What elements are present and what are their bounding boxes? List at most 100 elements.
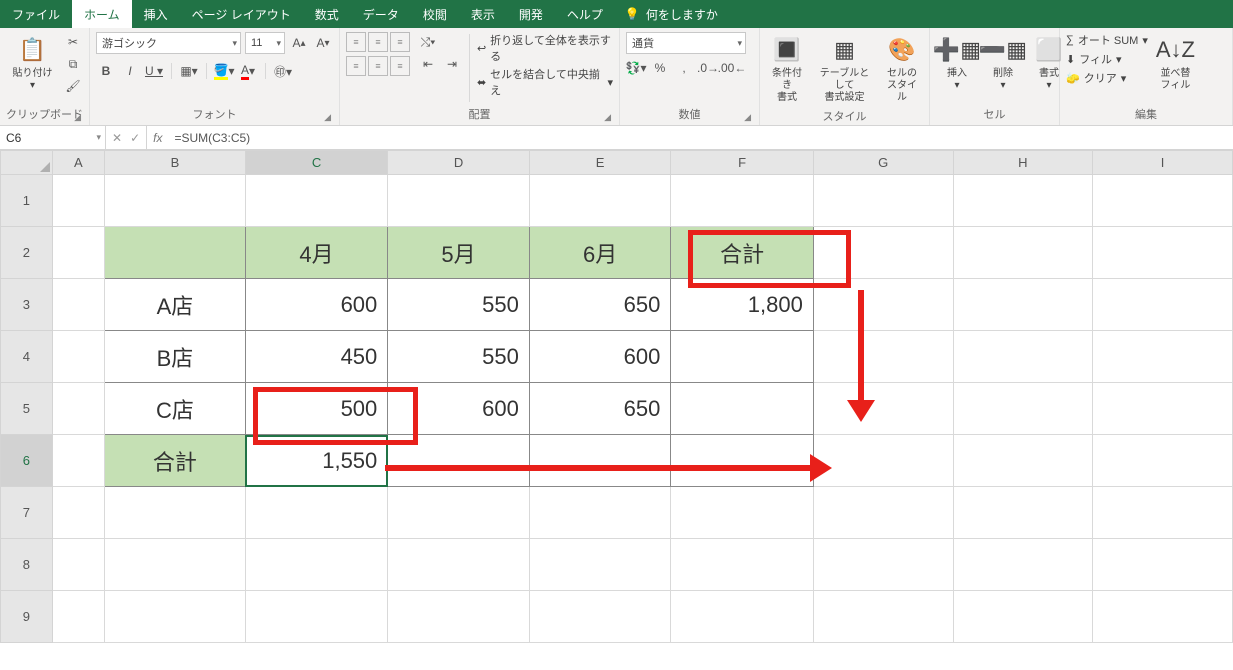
cell-B2[interactable] bbox=[105, 227, 246, 279]
align-bottom-button[interactable]: ≡ bbox=[390, 32, 410, 52]
formula-input[interactable]: =SUM(C3:C5) bbox=[168, 126, 1233, 149]
cell-H3[interactable] bbox=[953, 279, 1093, 331]
cell-D7[interactable] bbox=[388, 487, 530, 539]
align-top-button[interactable]: ≡ bbox=[346, 32, 366, 52]
cell-C2[interactable]: 4月 bbox=[245, 227, 387, 279]
col-header-B[interactable]: B bbox=[105, 151, 246, 175]
align-right-button[interactable]: ≡ bbox=[390, 56, 410, 76]
row-header-4[interactable]: 4 bbox=[1, 331, 53, 383]
cell-E8[interactable] bbox=[529, 539, 671, 591]
tab-data[interactable]: データ bbox=[351, 0, 411, 28]
row-header-9[interactable]: 9 bbox=[1, 591, 53, 643]
increase-font-button[interactable]: A▴ bbox=[289, 33, 309, 53]
cell-I1[interactable] bbox=[1093, 175, 1233, 227]
cell-E6[interactable] bbox=[529, 435, 671, 487]
cell-D4[interactable]: 550 bbox=[388, 331, 530, 383]
cell-B6[interactable]: 合計 bbox=[105, 435, 246, 487]
cell-D1[interactable] bbox=[388, 175, 530, 227]
cell-A2[interactable] bbox=[52, 227, 104, 279]
cell-F4[interactable] bbox=[671, 331, 813, 383]
align-center-button[interactable]: ≡ bbox=[368, 56, 388, 76]
cell-D5[interactable]: 600 bbox=[388, 383, 530, 435]
cell-G5[interactable] bbox=[813, 383, 953, 435]
cell-I8[interactable] bbox=[1093, 539, 1233, 591]
clipboard-launcher[interactable]: ◢ bbox=[74, 112, 81, 123]
sort-filter-button[interactable]: A↓Z並べ替 フィル bbox=[1152, 32, 1199, 94]
copy-button[interactable]: ⧉ bbox=[63, 54, 83, 74]
row-header-2[interactable]: 2 bbox=[1, 227, 53, 279]
cell-E7[interactable] bbox=[529, 487, 671, 539]
comma-button[interactable]: , bbox=[674, 58, 694, 78]
col-header-G[interactable]: G bbox=[813, 151, 953, 175]
col-header-I[interactable]: I bbox=[1093, 151, 1233, 175]
cell-H1[interactable] bbox=[953, 175, 1093, 227]
cell-C7[interactable] bbox=[245, 487, 387, 539]
col-header-C[interactable]: C bbox=[245, 151, 387, 175]
format-as-table-button[interactable]: ▦テーブルとして 書式設定 bbox=[812, 32, 877, 106]
tab-developer[interactable]: 開発 bbox=[507, 0, 555, 28]
cell-A9[interactable] bbox=[52, 591, 104, 643]
cell-A6[interactable] bbox=[52, 435, 104, 487]
decrease-decimal-button[interactable]: .00← bbox=[722, 58, 742, 78]
delete-cells-button[interactable]: ➖▦削除▾ bbox=[982, 32, 1024, 94]
cell-A8[interactable] bbox=[52, 539, 104, 591]
percent-button[interactable]: % bbox=[650, 58, 670, 78]
col-header-D[interactable]: D bbox=[388, 151, 530, 175]
clear-button[interactable]: 🧽クリア ▾ bbox=[1066, 70, 1148, 86]
cell-B1[interactable] bbox=[105, 175, 246, 227]
conditional-formatting-button[interactable]: 🔳条件付き 書式 bbox=[766, 32, 808, 106]
cell-I9[interactable] bbox=[1093, 591, 1233, 643]
cell-G8[interactable] bbox=[813, 539, 953, 591]
orientation-button[interactable]: ⤭▾ bbox=[418, 32, 438, 52]
cell-C1[interactable] bbox=[245, 175, 387, 227]
cell-H5[interactable] bbox=[953, 383, 1093, 435]
cell-C9[interactable] bbox=[245, 591, 387, 643]
col-header-H[interactable]: H bbox=[953, 151, 1093, 175]
enter-formula-button[interactable]: ✓ bbox=[130, 131, 140, 145]
cell-G3[interactable] bbox=[813, 279, 953, 331]
align-middle-button[interactable]: ≡ bbox=[368, 32, 388, 52]
row-header-6[interactable]: 6 bbox=[1, 435, 53, 487]
cut-button[interactable]: ✂ bbox=[63, 32, 83, 52]
cell-F2[interactable]: 合計 bbox=[671, 227, 813, 279]
cell-D8[interactable] bbox=[388, 539, 530, 591]
alignment-launcher[interactable]: ◢ bbox=[604, 112, 611, 123]
tell-me-search[interactable]: 💡 何をしますか bbox=[615, 0, 728, 28]
increase-indent-button[interactable]: ⇥ bbox=[442, 54, 462, 74]
cell-styles-button[interactable]: 🎨セルの スタイル bbox=[881, 32, 923, 106]
fill-button[interactable]: ⬇フィル ▾ bbox=[1066, 51, 1148, 67]
paste-button[interactable]: 📋 貼り付け ▾ bbox=[6, 32, 59, 94]
tab-home[interactable]: ホーム bbox=[72, 0, 132, 28]
cell-G4[interactable] bbox=[813, 331, 953, 383]
align-left-button[interactable]: ≡ bbox=[346, 56, 366, 76]
cell-D6[interactable] bbox=[388, 435, 530, 487]
cell-E5[interactable]: 650 bbox=[529, 383, 671, 435]
font-launcher[interactable]: ◢ bbox=[324, 112, 331, 123]
font-name-combo[interactable]: 游ゴシック bbox=[96, 32, 241, 54]
cell-F9[interactable] bbox=[671, 591, 813, 643]
increase-decimal-button[interactable]: .0→ bbox=[698, 58, 718, 78]
cell-D9[interactable] bbox=[388, 591, 530, 643]
cell-D3[interactable]: 550 bbox=[388, 279, 530, 331]
font-size-combo[interactable]: 11 bbox=[245, 32, 285, 54]
row-header-7[interactable]: 7 bbox=[1, 487, 53, 539]
cell-F8[interactable] bbox=[671, 539, 813, 591]
cell-B4[interactable]: B店 bbox=[105, 331, 246, 383]
cell-I5[interactable] bbox=[1093, 383, 1233, 435]
cell-C3[interactable]: 600 bbox=[245, 279, 387, 331]
row-header-8[interactable]: 8 bbox=[1, 539, 53, 591]
cell-H4[interactable] bbox=[953, 331, 1093, 383]
cell-F5[interactable] bbox=[671, 383, 813, 435]
cell-B9[interactable] bbox=[105, 591, 246, 643]
tab-view[interactable]: 表示 bbox=[459, 0, 507, 28]
cell-I4[interactable] bbox=[1093, 331, 1233, 383]
decrease-indent-button[interactable]: ⇤ bbox=[418, 54, 438, 74]
cell-B3[interactable]: A店 bbox=[105, 279, 246, 331]
cell-A3[interactable] bbox=[52, 279, 104, 331]
borders-button[interactable]: ▦▾ bbox=[179, 61, 199, 81]
cell-A4[interactable] bbox=[52, 331, 104, 383]
cell-H9[interactable] bbox=[953, 591, 1093, 643]
phonetic-button[interactable]: ㊞▾ bbox=[273, 61, 293, 81]
spreadsheet-grid[interactable]: ABCDEFGHI124月5月6月合計3A店6005506501,8004B店4… bbox=[0, 150, 1233, 643]
cell-C8[interactable] bbox=[245, 539, 387, 591]
